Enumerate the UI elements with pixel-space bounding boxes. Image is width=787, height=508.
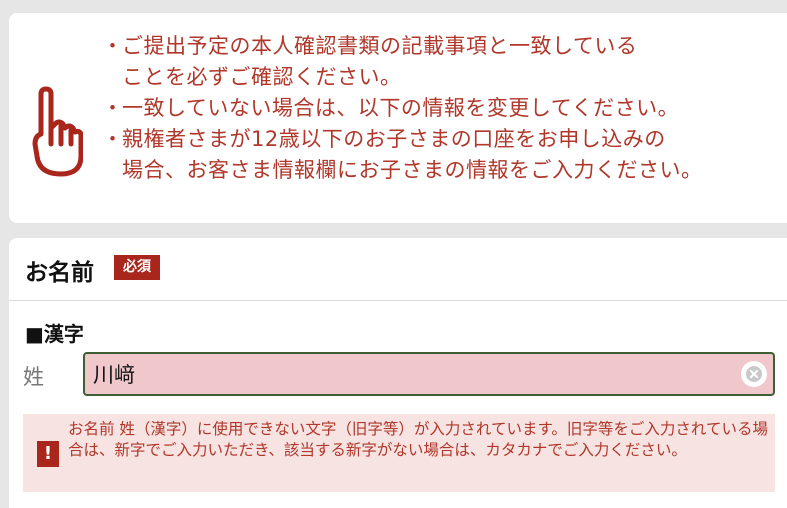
name-form-card: お名前 必須 ■漢字 姓 ! お名前 姓（漢字）に使用できない文字（旧字等）が入… — [9, 238, 787, 508]
clear-input-button[interactable] — [741, 361, 767, 387]
last-name-label: 姓 — [23, 365, 44, 389]
notice-item-text: ご提出予定の本人確認書類の記載事項と一致している ことを必ずご確認ください。 — [122, 34, 638, 89]
notice-list: ・ご提出予定の本人確認書類の記載事項と一致している ことを必ずご確認ください。 … — [102, 31, 703, 186]
section-title: お名前 — [25, 260, 94, 286]
bullet: ・ — [102, 34, 124, 58]
notice-item: ・ご提出予定の本人確認書類の記載事項と一致している ことを必ずご確認ください。 — [102, 31, 703, 93]
error-message-box: ! お名前 姓（漢字）に使用できない文字（旧字等）が入力されています。旧字等をご… — [23, 414, 775, 492]
notice-item: ・一致していない場合は、以下の情報を変更してください。 — [102, 93, 703, 124]
last-name-input[interactable] — [85, 354, 733, 394]
section-header: お名前 必須 — [9, 238, 787, 301]
error-message-text: お名前 姓（漢字）に使用できない文字（旧字等）が入力されています。旧字等をご入力… — [68, 420, 768, 459]
notice-card: ・ご提出予定の本人確認書類の記載事項と一致している ことを必ずご確認ください。 … — [9, 13, 787, 223]
notice-item-text: 親権者さまが12歳以下のお子さまの口座をお申し込みの 場合、お客さま情報欄にお子… — [122, 127, 703, 182]
bullet: ・ — [102, 127, 124, 151]
close-icon — [746, 366, 762, 382]
error-icon: ! — [37, 441, 59, 467]
pointing-hand-icon — [32, 86, 83, 177]
kanji-sub-heading: ■漢字 — [25, 322, 84, 346]
bullet: ・ — [102, 96, 124, 120]
notice-item-text: 一致していない場合は、以下の情報を変更してください。 — [122, 96, 680, 120]
last-name-field-wrapper — [83, 352, 775, 396]
required-badge: 必須 — [114, 255, 160, 280]
notice-item: ・親権者さまが12歳以下のお子さまの口座をお申し込みの 場合、お客さま情報欄にお… — [102, 124, 703, 186]
